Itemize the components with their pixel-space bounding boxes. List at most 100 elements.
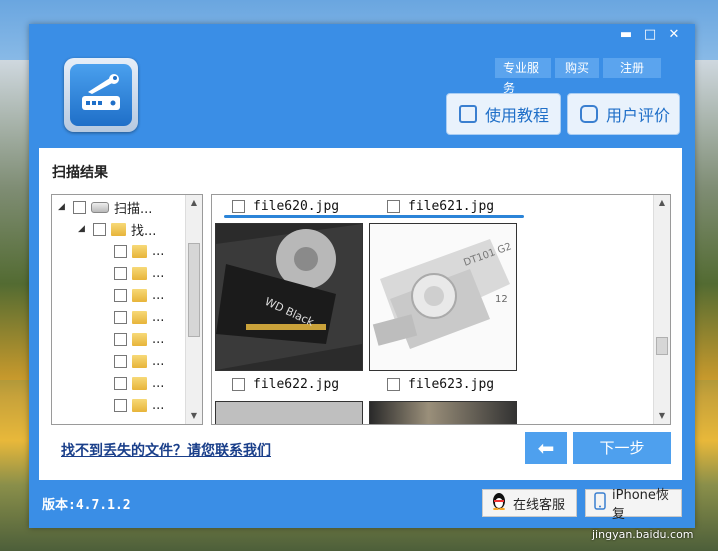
file-item-623[interactable]: file623.jpg <box>387 377 494 392</box>
checkbox[interactable] <box>114 310 127 324</box>
file-grid[interactable]: file620.jpg file621.jpg WD Black DT101 G… <box>211 194 671 425</box>
checkbox[interactable] <box>114 332 127 346</box>
folder-icon <box>132 266 147 280</box>
back-arrow-icon: ⬅ <box>537 436 555 460</box>
grid-scrollbar[interactable]: ▲ ▼ <box>653 195 670 424</box>
folder-icon <box>132 310 147 324</box>
folder-icon <box>132 244 147 258</box>
tree-item[interactable]: ... <box>114 307 164 327</box>
thumbnail-623[interactable] <box>369 401 517 424</box>
service-link[interactable]: 专业服务 <box>495 58 551 95</box>
checkbox[interactable] <box>114 354 127 368</box>
folder-tree[interactable]: ◢ 扫描... ◢ 找... ... ... ... ... ... ... .… <box>51 194 203 425</box>
scroll-thumb[interactable] <box>188 243 200 337</box>
folder-icon <box>132 354 147 368</box>
checkbox[interactable] <box>114 288 127 302</box>
tree-item[interactable]: ... <box>114 329 164 349</box>
checkbox[interactable] <box>114 398 127 412</box>
expand-icon[interactable]: ◢ <box>58 202 68 212</box>
tree-item-label: ... <box>152 287 165 303</box>
tree-item[interactable]: ... <box>114 351 164 371</box>
file-item-620[interactable]: file620.jpg <box>232 199 339 214</box>
next-button[interactable]: 下一步 <box>573 432 671 464</box>
checkbox[interactable] <box>387 200 400 213</box>
top-links: 专业服务 购买 注册 <box>495 58 661 95</box>
tree-item-label: ... <box>152 375 165 391</box>
iphone-recovery-label: iPhone恢复 <box>612 488 669 522</box>
maximize-button[interactable]: □ <box>639 26 661 44</box>
tree-scrollbar[interactable]: ▲ ▼ <box>185 195 202 424</box>
back-button[interactable]: ⬅ <box>525 432 567 464</box>
file-name: file622.jpg <box>253 377 340 392</box>
file-name: file621.jpg <box>408 199 495 214</box>
tree-item-label: ... <box>152 331 165 347</box>
drive-icon <box>91 201 109 213</box>
tree-child[interactable]: ◢ 找... <box>78 219 156 239</box>
checkbox[interactable] <box>73 200 86 214</box>
tree-child-label: 找... <box>131 223 157 239</box>
scroll-up-icon[interactable]: ▲ <box>186 195 202 211</box>
online-service-button[interactable]: 在线客服 <box>482 489 577 517</box>
checkbox[interactable] <box>114 376 127 390</box>
file-name: file620.jpg <box>253 199 340 214</box>
panel-title: 扫描结果 <box>52 165 108 181</box>
scroll-down-icon[interactable]: ▼ <box>654 408 670 424</box>
close-button[interactable]: ✕ <box>663 26 685 44</box>
thumbnail-622[interactable] <box>215 401 363 424</box>
checkbox[interactable] <box>114 266 127 280</box>
review-label: 用户评价 <box>606 106 671 125</box>
tree-item-label: ... <box>152 265 165 281</box>
tree-item[interactable]: ... <box>114 373 164 393</box>
document-icon <box>459 105 477 123</box>
tree-item[interactable]: ... <box>114 285 164 305</box>
tutorial-button[interactable]: 使用教程 <box>446 93 561 135</box>
qq-penguin-icon <box>491 492 507 514</box>
checkbox[interactable] <box>93 222 106 236</box>
tree-item-label: ... <box>152 397 165 413</box>
iphone-recovery-button[interactable]: iPhone恢复 <box>585 488 682 522</box>
window-controls: ▬ □ ✕ <box>615 26 685 44</box>
expand-icon[interactable]: ◢ <box>78 224 88 234</box>
watermark: jingyan.baidu.com <box>592 528 694 541</box>
minimize-button[interactable]: ▬ <box>615 26 637 44</box>
tree-item[interactable]: ... <box>114 263 164 283</box>
file-item-621[interactable]: file621.jpg <box>387 199 494 214</box>
tree-item[interactable]: ... <box>114 395 164 415</box>
checkbox[interactable] <box>232 200 245 213</box>
tree-root[interactable]: ◢ 扫描... <box>58 197 152 217</box>
register-link[interactable]: 注册 <box>603 58 661 78</box>
app-window: ▬ □ ✕ 专业服务 购买 注册 使用教程 用户评价 扫描结果 ◢ 扫描... … <box>29 24 695 528</box>
file-item-622[interactable]: file622.jpg <box>232 377 339 392</box>
checkbox[interactable] <box>114 244 127 258</box>
buy-link[interactable]: 购买 <box>555 58 599 78</box>
online-service-label: 在线客服 <box>513 497 566 513</box>
selection-underline <box>224 215 524 218</box>
scroll-down-icon[interactable]: ▼ <box>186 408 202 424</box>
checkbox[interactable] <box>232 378 245 391</box>
scroll-up-icon[interactable]: ▲ <box>654 195 670 211</box>
chat-icon <box>580 105 598 123</box>
folder-icon <box>132 398 147 412</box>
phone-icon <box>594 492 606 514</box>
thumbnail-621[interactable]: DT101 G2 12 <box>369 223 517 371</box>
folder-icon <box>111 222 126 236</box>
tree-item-label: ... <box>152 353 165 369</box>
tutorial-label: 使用教程 <box>485 106 550 125</box>
folder-icon <box>132 332 147 346</box>
thumbnail-620[interactable]: WD Black <box>215 223 363 371</box>
tree-root-label: 扫描... <box>114 201 153 217</box>
scan-results-panel: 扫描结果 ◢ 扫描... ◢ 找... ... ... ... ... ... … <box>39 148 682 480</box>
tree-item[interactable]: ... <box>114 241 164 261</box>
review-button[interactable]: 用户评价 <box>567 93 680 135</box>
version-text: 版本:4.7.1.2 <box>42 498 131 513</box>
drive-wrench-icon <box>70 64 132 126</box>
app-logo <box>64 58 138 132</box>
tree-item-label: ... <box>152 243 165 259</box>
folder-icon <box>132 376 147 390</box>
tree-item-label: ... <box>152 309 165 325</box>
folder-icon <box>132 288 147 302</box>
help-link[interactable]: 找不到丢失的文件？请您联系我们 <box>61 440 271 460</box>
scroll-thumb[interactable] <box>656 337 668 355</box>
usb-cap-text: 12 <box>495 294 508 305</box>
checkbox[interactable] <box>387 378 400 391</box>
